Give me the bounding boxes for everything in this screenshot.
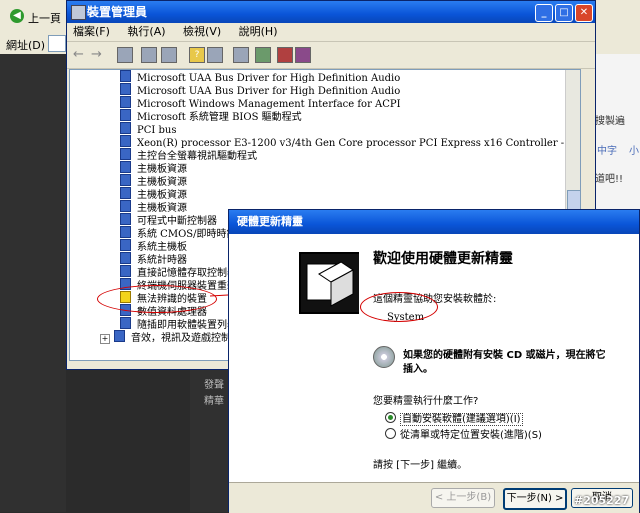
tree-view-icon[interactable]	[117, 47, 133, 63]
print-icon[interactable]	[161, 47, 177, 63]
device-icon	[120, 148, 131, 160]
highlight-ellipse-unknown-device	[97, 285, 217, 313]
wizard-content: 歡迎使用硬體更新精靈 這個精靈協助您安裝軟體於: System 如果您的硬體附有…	[359, 234, 639, 484]
update-driver-icon[interactable]	[255, 47, 271, 63]
help-icon[interactable]: ?	[189, 47, 205, 63]
back-arrow-icon[interactable]: ◀	[10, 9, 24, 23]
address-label: 網址(D)	[6, 39, 46, 52]
radio-auto-install[interactable]	[385, 412, 396, 423]
wizard-continue-text: 請按 [下一步] 繼續。	[373, 460, 468, 471]
device-manager-app-icon	[71, 5, 86, 20]
disable-icon[interactable]	[295, 47, 311, 63]
device-icon	[120, 187, 131, 199]
device-tree-item[interactable]: + 音效，視訊及遊戲控制器	[100, 330, 241, 344]
device-icon	[120, 265, 131, 277]
device-tree-item[interactable]: 系統計時器	[120, 252, 187, 266]
side-text-2: 中字	[597, 146, 617, 157]
wizard-question: 您要精靈執行什麼工作?	[373, 396, 479, 407]
device-icon	[120, 161, 131, 173]
device-icon	[120, 70, 131, 82]
wizard-title: 硬體更新精靈	[237, 215, 303, 228]
cd-prompt-line1: 如果您的硬體附有安裝 CD 或磁片，現在將它	[403, 350, 606, 361]
highlight-ellipse-device-name	[360, 292, 438, 322]
device-manager-menubar: 檔案(F) 執行(A) 檢視(V) 說明(H)	[67, 23, 595, 42]
forward-icon[interactable]: →	[91, 47, 102, 62]
device-tree-item[interactable]: PCI bus	[120, 122, 176, 136]
device-icon	[120, 213, 131, 225]
device-tree-item[interactable]: Microsoft Windows Management Interface f…	[120, 96, 401, 110]
menu-help[interactable]: 說明(H)	[239, 23, 278, 41]
browser-page-bottom: 發聲 精華	[190, 370, 230, 512]
hardware-install-icon	[299, 252, 363, 314]
device-icon	[120, 96, 131, 108]
device-icon	[120, 174, 131, 186]
option-auto-install-label: 自動安裝軟體(建議選項)(I)	[400, 413, 523, 426]
option-auto-install[interactable]: 自動安裝軟體(建議選項)(I)	[385, 410, 523, 426]
minimize-button[interactable]: _	[535, 4, 553, 22]
device-tree-item[interactable]: 系統主機板	[120, 239, 187, 253]
wizard-heading: 歡迎使用硬體更新精靈	[373, 251, 513, 267]
back-button[interactable]: 上一頁	[28, 10, 61, 26]
device-tree-item[interactable]: Microsoft 系統管理 BIOS 驅動程式	[120, 109, 302, 123]
device-tree-item[interactable]: 可程式中斷控制器	[120, 213, 217, 227]
device-tree-item[interactable]: 主機板資源	[120, 187, 187, 201]
maximize-button[interactable]: □	[555, 4, 573, 22]
device-icon	[120, 226, 131, 238]
properties-icon[interactable]	[141, 47, 157, 63]
device-tree-item[interactable]: 主機板資源	[120, 161, 187, 175]
device-manager-toolbar: ← → ?	[67, 42, 595, 69]
device-icon	[120, 252, 131, 264]
browser-page-dark-area	[0, 54, 66, 512]
page-text-1: 發聲	[204, 380, 224, 391]
device-icon	[120, 239, 131, 251]
hardware-update-wizard-window: 硬體更新精靈 歡迎使用硬體更新精靈 這個精靈協助您安裝軟體於: System 如…	[228, 209, 640, 513]
back-button-wizard[interactable]: < 上一步(B)	[431, 488, 495, 508]
device-tree-item-label: 音效，視訊及遊戲控制器	[131, 333, 241, 344]
device-manager-title: 裝置管理員	[87, 5, 148, 19]
image-watermark: #205227	[574, 494, 630, 507]
expand-icon[interactable]: +	[100, 334, 110, 344]
device-tree-item[interactable]: 主控台全螢幕視訊驅動程式	[120, 148, 257, 162]
device-tree-item[interactable]: Microsoft UAA Bus Driver for High Defini…	[120, 70, 400, 84]
device-tree-item[interactable]: 主機板資源	[120, 174, 187, 188]
wizard-titlebar[interactable]: 硬體更新精靈	[229, 210, 639, 234]
close-button[interactable]: ✕	[575, 4, 593, 22]
device-tree-item[interactable]: 直接記憶體存取控制器	[120, 265, 237, 279]
side-text-4: 道吧!!	[595, 174, 624, 185]
device-tree-item[interactable]: Xeon(R) processor E3-1200 v3/4th Gen Cor…	[120, 135, 580, 149]
option-manual-install-label: 從清單或特定位置安裝(進階)(S)	[400, 430, 542, 441]
menu-action[interactable]: 執行(A)	[127, 23, 165, 41]
device-icon	[120, 200, 131, 212]
menu-view[interactable]: 檢視(V)	[183, 23, 221, 41]
device-tree-item[interactable]: 系統 CMOS/即時時鐘	[120, 226, 237, 240]
wizard-side-panel	[229, 234, 363, 484]
device-icon	[120, 135, 131, 147]
page-text-2: 精華	[204, 396, 224, 407]
device-tree-item[interactable]: Microsoft UAA Bus Driver for High Defini…	[120, 83, 400, 97]
details-icon[interactable]	[207, 47, 223, 63]
device-tree-item[interactable]: 主機板資源	[120, 200, 187, 214]
device-icon	[120, 317, 131, 329]
next-button[interactable]: 下一步(N) >	[503, 488, 567, 510]
radio-manual-install[interactable]	[385, 428, 396, 439]
menu-file[interactable]: 檔案(F)	[73, 23, 110, 41]
device-icon	[120, 109, 131, 121]
device-icon	[120, 122, 131, 134]
address-input[interactable]	[48, 35, 66, 52]
cd-prompt-line2: 插入。	[403, 364, 433, 375]
cd-icon	[373, 346, 395, 368]
back-icon[interactable]: ←	[73, 47, 84, 62]
scan-hardware-icon[interactable]	[233, 47, 249, 63]
device-manager-titlebar[interactable]: 裝置管理員 _ □ ✕	[67, 1, 595, 23]
sound-icon	[114, 330, 125, 342]
side-text-1: 搜製遍	[595, 116, 625, 127]
device-icon	[120, 83, 131, 95]
side-text-3: 小	[629, 146, 639, 157]
uninstall-icon[interactable]	[277, 47, 293, 63]
option-manual-install[interactable]: 從清單或特定位置安裝(進階)(S)	[385, 426, 542, 441]
